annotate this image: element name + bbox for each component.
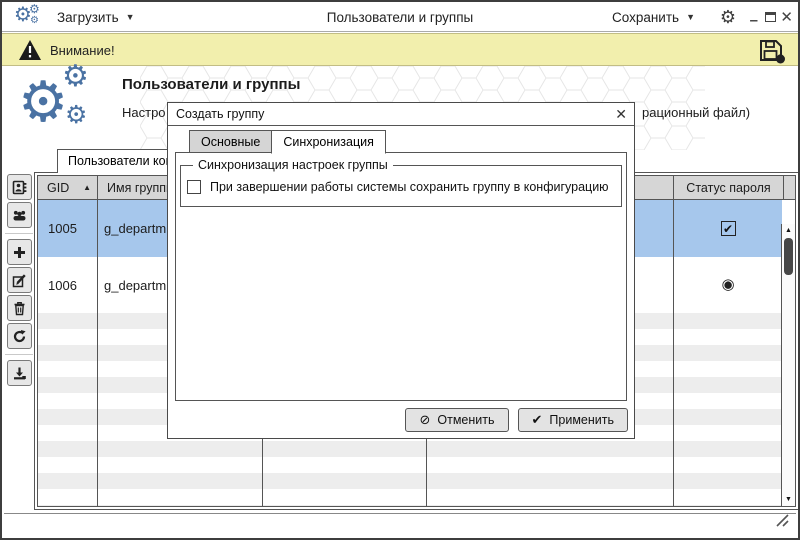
page-subtitle-right: рационный файл): [642, 105, 751, 120]
minimize-button[interactable]: –: [750, 2, 758, 32]
tab-general[interactable]: Основные: [189, 130, 272, 153]
app-window: ⚙ ⚙ ⚙ Загрузить ▼ Пользователи и группы …: [0, 0, 800, 540]
sort-ascending-icon: ▲: [83, 183, 91, 192]
save-menu-button[interactable]: Сохранить ▼: [612, 2, 695, 32]
check-icon: ✔: [531, 412, 543, 427]
scrollbar-thumb[interactable]: [784, 238, 793, 275]
export-button[interactable]: [7, 360, 32, 386]
maximize-button[interactable]: [765, 2, 776, 32]
cell-password-status[interactable]: ◉: [674, 277, 782, 292]
vertical-scrollbar[interactable]: ▲ ▼: [781, 224, 795, 506]
settings-gear-icon[interactable]: ⚙: [720, 6, 736, 28]
chevron-down-icon: ▼: [125, 12, 135, 22]
load-menu-label: Загрузить: [57, 9, 119, 25]
cell-gid[interactable]: 1005: [48, 221, 77, 236]
user-groups-button[interactable]: [7, 202, 32, 228]
tab-synchronization[interactable]: Синхронизация: [271, 130, 386, 154]
user-groups-icon: [13, 210, 26, 220]
save-menu-label: Сохранить: [611, 9, 680, 25]
checkbox-label: При завершении работы системы сохранить …: [210, 180, 609, 194]
dialog-buttons: ⊘ Отменить ✔ Применить: [405, 408, 628, 432]
toolbar-separator: [5, 233, 33, 234]
sync-tab-panel: Синхронизация настроек группы При заверш…: [175, 152, 627, 401]
resize-grip[interactable]: [774, 512, 790, 533]
save-on-shutdown-checkbox[interactable]: [187, 180, 201, 194]
contacts-book-icon: [12, 180, 27, 194]
column-divider: [673, 200, 674, 506]
chevron-down-icon: ▼: [686, 12, 695, 22]
column-header-gid[interactable]: GID ▲: [38, 176, 98, 199]
column-header-password-status[interactable]: Статус пароля: [674, 176, 784, 199]
cell-gid[interactable]: 1006: [48, 278, 77, 293]
scroll-down-button[interactable]: ▼: [782, 496, 795, 503]
page-title: Пользователи и группы: [122, 76, 301, 93]
apply-button[interactable]: ✔ Применить: [517, 408, 628, 432]
plus-icon: [14, 246, 25, 258]
edit-button[interactable]: [7, 267, 32, 293]
warning-icon: [18, 39, 42, 66]
dialog-title: Создать группу: [176, 107, 265, 121]
warning-message: Внимание!: [50, 43, 115, 58]
load-menu-button[interactable]: Загрузить ▼: [57, 2, 135, 32]
create-group-dialog: Создать группу ✕ Основные Синхронизация …: [167, 102, 635, 439]
contacts-book-button[interactable]: [7, 174, 32, 200]
delete-button[interactable]: [7, 295, 32, 321]
dialog-tabs: Основные Синхронизация: [189, 130, 386, 154]
cancel-icon: ⊘: [419, 412, 431, 427]
warning-bar: Внимание!: [2, 33, 798, 66]
toolbar-separator: [5, 354, 33, 355]
scroll-up-button[interactable]: ▲: [782, 227, 795, 234]
cell-password-status[interactable]: ✔: [674, 221, 782, 236]
titlebar: ⚙ ⚙ ⚙ Загрузить ▼ Пользователи и группы …: [2, 2, 798, 32]
sync-settings-fieldset: Синхронизация настроек группы При заверш…: [180, 158, 622, 207]
cancel-button[interactable]: ⊘ Отменить: [405, 408, 509, 432]
window-close-button[interactable]: ✕: [780, 2, 793, 32]
save-on-shutdown-row: При завершении работы системы сохранить …: [187, 180, 615, 194]
radio-selected-icon[interactable]: ◉: [721, 277, 734, 292]
tab-users-config[interactable]: Пользователи кон: [57, 149, 169, 173]
refresh-icon: [13, 329, 26, 342]
save-config-floppy-icon[interactable]: [758, 38, 786, 69]
checkbox-checked-icon[interactable]: ✔: [720, 221, 736, 236]
app-logo-gears: ⚙ ⚙ ⚙: [18, 60, 89, 133]
column-header-filler: [784, 176, 795, 199]
add-button[interactable]: [7, 239, 32, 265]
page-subtitle-left: Настро: [122, 105, 166, 120]
edit-pencil-icon: [12, 273, 26, 287]
trash-icon: [14, 301, 25, 315]
app-gears-icon: ⚙ ⚙ ⚙: [14, 2, 40, 26]
maximize-icon: [765, 12, 776, 22]
status-bar: [4, 513, 796, 538]
refresh-button[interactable]: [7, 323, 32, 349]
dialog-titlebar: Создать группу ✕: [168, 103, 634, 126]
column-divider: [97, 200, 98, 506]
fieldset-legend: Синхронизация настроек группы: [198, 158, 388, 172]
dialog-close-icon[interactable]: ✕: [615, 106, 627, 123]
download-icon: [14, 367, 26, 379]
